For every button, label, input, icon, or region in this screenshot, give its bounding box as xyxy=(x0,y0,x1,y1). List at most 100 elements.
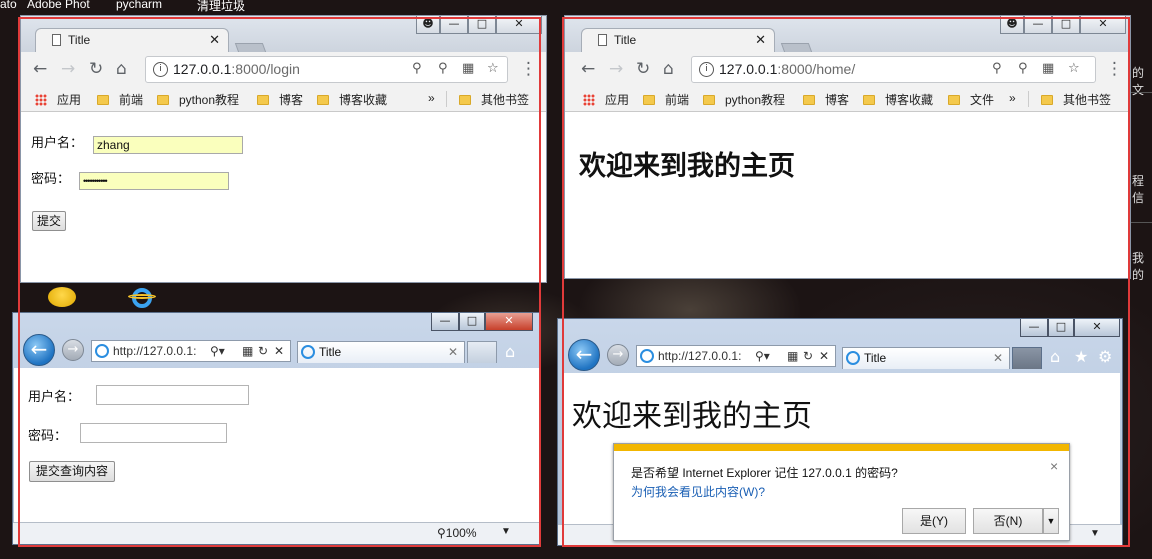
close-button[interactable]: ✕ xyxy=(1074,319,1120,337)
back-icon[interactable]: ← xyxy=(581,59,595,79)
desktop-label-cleanup[interactable]: 清理垃圾 xyxy=(197,0,245,14)
tab-close-icon[interactable]: ✕ xyxy=(993,348,1003,368)
zoom-icon[interactable]: ⚲ xyxy=(992,61,1002,76)
bookmark-item[interactable]: 博客收藏 xyxy=(863,91,933,108)
key-icon[interactable]: ⚲ xyxy=(1018,61,1028,76)
maximize-button[interactable]: □ xyxy=(459,313,485,331)
bookmark-item[interactable]: 博客收藏 xyxy=(317,91,387,108)
back-icon[interactable]: ← xyxy=(568,339,600,371)
star-icon[interactable]: ☆ xyxy=(487,61,499,76)
forward-icon[interactable]: → xyxy=(61,59,75,79)
tab-title[interactable]: Title ✕ xyxy=(581,28,775,52)
translate-icon[interactable]: ▦ xyxy=(462,61,474,76)
window-controls: ☻ — □ ✕ xyxy=(416,16,542,34)
address-bar[interactable]: http://127.0.0.1: ⚲▾ ▦ ↻ ✕ xyxy=(636,345,836,367)
desktop-label-ato[interactable]: ato xyxy=(0,0,17,11)
new-tab-button[interactable] xyxy=(1012,347,1042,369)
key-icon[interactable]: ⚲ xyxy=(438,61,448,76)
info-icon[interactable]: i xyxy=(699,62,714,77)
bookmark-overflow[interactable]: » xyxy=(1009,91,1016,105)
home-icon[interactable]: ⌂ xyxy=(1050,348,1060,366)
maximize-button[interactable]: □ xyxy=(1052,16,1080,34)
close-button[interactable]: ✕ xyxy=(1080,16,1126,34)
tab-close-icon[interactable]: ✕ xyxy=(448,342,458,362)
maximize-button[interactable]: □ xyxy=(1048,319,1074,337)
yes-button[interactable]: 是(Y) xyxy=(902,508,966,534)
zoom-icon[interactable]: ⚲ xyxy=(412,61,422,76)
forward-icon[interactable]: → xyxy=(607,344,629,366)
no-button[interactable]: 否(N) xyxy=(973,508,1043,534)
reload-icon[interactable]: ↻ xyxy=(636,59,650,79)
info-icon[interactable]: i xyxy=(153,62,168,77)
desktop-label-pycharm[interactable]: pycharm xyxy=(116,0,162,11)
forward-icon[interactable]: → xyxy=(62,339,84,361)
bookmark-overflow[interactable]: » xyxy=(428,91,435,105)
home-icon[interactable]: ⌂ xyxy=(505,343,515,361)
minimize-button[interactable]: — xyxy=(431,313,459,331)
refresh-icon[interactable]: ↻ xyxy=(258,341,268,361)
no-dropdown-icon[interactable]: ▼ xyxy=(1043,508,1059,534)
ie-desktop-icon[interactable] xyxy=(128,286,156,310)
minimize-button[interactable]: — xyxy=(1020,319,1048,337)
translate-icon[interactable]: ▦ xyxy=(1042,61,1054,76)
submit-button[interactable]: 提交查询内容 xyxy=(29,461,116,482)
minimize-button[interactable]: — xyxy=(440,16,468,34)
bookmark-apps[interactable]: 应用 xyxy=(35,91,81,108)
bookmark-other[interactable]: 其他书签 xyxy=(1041,91,1111,108)
compat-icon[interactable]: ▦ xyxy=(242,341,253,361)
bookmark-other[interactable]: 其他书签 xyxy=(459,91,529,108)
bookmark-item[interactable]: 前端 xyxy=(97,91,143,108)
zoom-control[interactable]: ⚲100% xyxy=(437,526,477,540)
user-icon[interactable]: ☻ xyxy=(416,16,440,34)
dialog-help-link[interactable]: 为何我会看见此内容(W)? xyxy=(631,483,765,500)
address-bar[interactable]: i 127.0.0.1:8000/home/ ⚲ ⚲ ▦ ☆ xyxy=(691,56,1096,83)
menu-icon[interactable]: ⋮ xyxy=(520,59,537,79)
bookmark-item[interactable]: python教程 xyxy=(703,91,785,108)
tab-title[interactable]: Title ✕ xyxy=(297,341,465,363)
address-bar[interactable]: i 127.0.0.1:8000/login ⚲ ⚲ ▦ ☆ xyxy=(145,56,508,83)
zoom-dropdown-icon[interactable]: ▼ xyxy=(1090,528,1100,539)
password-input[interactable] xyxy=(80,423,227,443)
compat-icon[interactable]: ▦ xyxy=(787,346,798,366)
chat-app-icon[interactable] xyxy=(48,287,76,307)
back-icon[interactable]: ← xyxy=(33,59,47,79)
bookmark-item[interactable]: python教程 xyxy=(157,91,239,108)
menu-icon[interactable]: ⋮ xyxy=(1106,59,1123,79)
dialog-close-icon[interactable]: × xyxy=(1050,458,1058,474)
bookmark-item[interactable]: 前端 xyxy=(643,91,689,108)
reload-icon[interactable]: ↻ xyxy=(89,59,103,79)
back-icon[interactable]: ← xyxy=(23,334,55,366)
password-input[interactable]: ••••••••••• xyxy=(79,172,229,190)
desktop-label-adobe[interactable]: Adobe Phot xyxy=(27,0,90,11)
username-input[interactable]: zhang xyxy=(93,136,243,154)
address-bar[interactable]: http://127.0.0.1: ⚲▾ ▦ ↻ ✕ xyxy=(91,340,291,362)
tab-close-icon[interactable]: ✕ xyxy=(755,29,766,51)
search-icon[interactable]: ⚲▾ xyxy=(210,341,225,361)
new-tab-button[interactable] xyxy=(467,341,497,363)
maximize-button[interactable]: □ xyxy=(468,16,496,34)
home-icon[interactable]: ⌂ xyxy=(116,59,127,79)
favorites-icon[interactable]: ★ xyxy=(1074,348,1088,366)
minimize-button[interactable]: — xyxy=(1024,16,1052,34)
submit-button[interactable]: 提交 xyxy=(32,211,67,231)
bookmark-apps[interactable]: 应用 xyxy=(583,91,629,108)
stop-icon[interactable]: ✕ xyxy=(274,341,284,361)
username-input[interactable] xyxy=(96,385,249,405)
user-icon[interactable]: ☻ xyxy=(1000,16,1024,34)
refresh-icon[interactable]: ↻ xyxy=(803,346,813,366)
tab-close-icon[interactable]: ✕ xyxy=(209,29,220,51)
star-icon[interactable]: ☆ xyxy=(1068,61,1080,76)
search-icon[interactable]: ⚲▾ xyxy=(755,346,770,366)
home-icon[interactable]: ⌂ xyxy=(663,59,674,79)
close-button[interactable]: ✕ xyxy=(496,16,542,34)
bookmark-item[interactable]: 博客 xyxy=(803,91,849,108)
stop-icon[interactable]: ✕ xyxy=(819,346,829,366)
tab-title[interactable]: Title ✕ xyxy=(35,28,229,52)
forward-icon[interactable]: → xyxy=(609,59,623,79)
bookmark-item[interactable]: 文件 xyxy=(948,91,994,108)
tab-title[interactable]: Title ✕ xyxy=(842,347,1010,369)
bookmark-item[interactable]: 博客 xyxy=(257,91,303,108)
zoom-dropdown-icon[interactable]: ▼ xyxy=(501,526,511,537)
close-button[interactable]: ✕ xyxy=(485,313,533,331)
tools-gear-icon[interactable]: ⚙ xyxy=(1098,348,1112,366)
